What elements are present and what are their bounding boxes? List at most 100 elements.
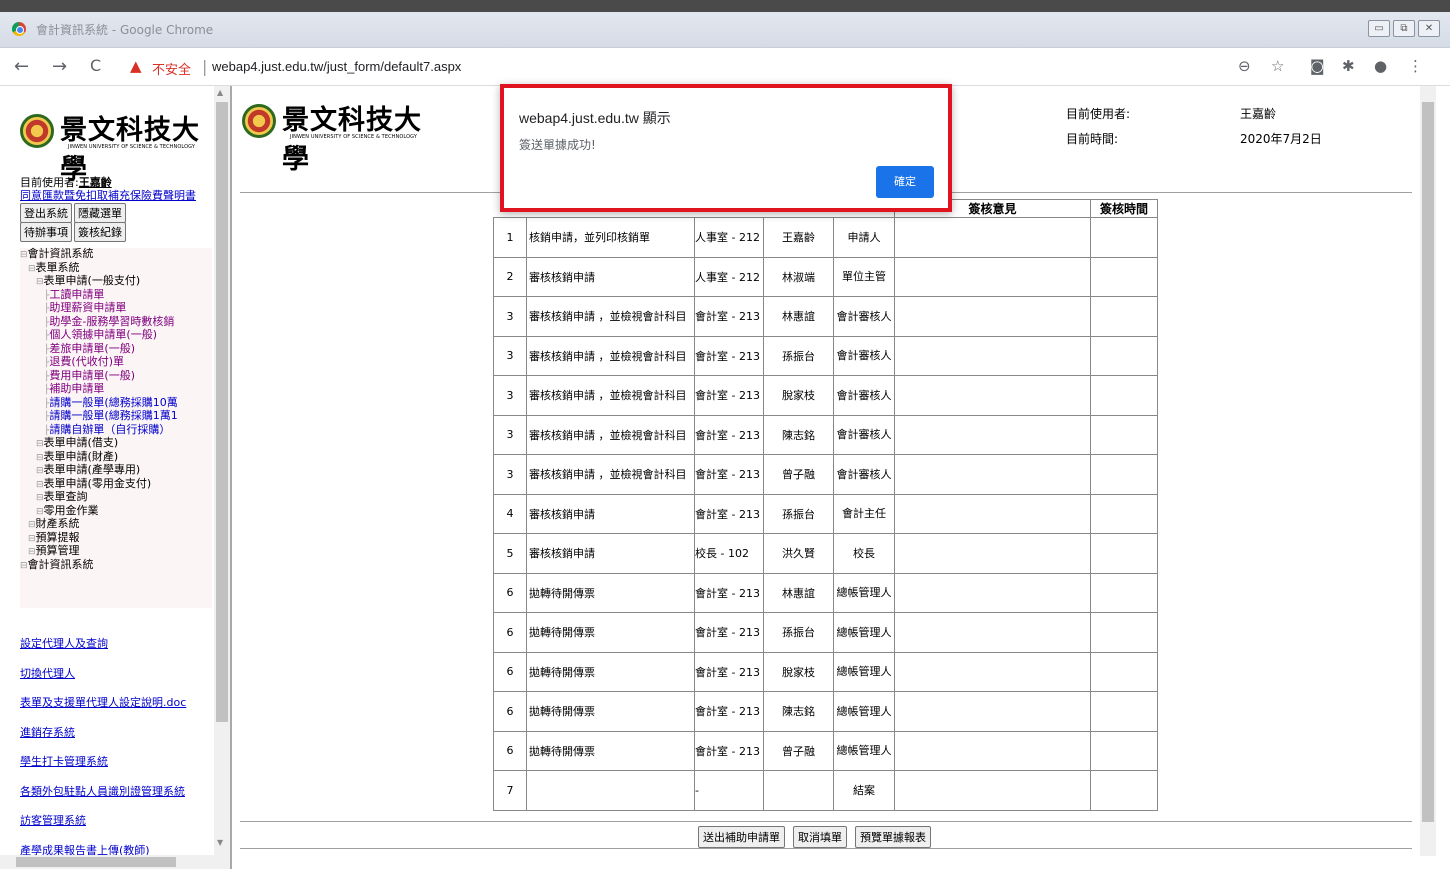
school-logo: 景文科技大學 JINWEN UNIVERSITY OF SCIENCE & TE…	[20, 106, 215, 185]
minimize-icon[interactable]: ▭	[1368, 20, 1390, 37]
sidebar-button-row-1: 登出系統 隱藏選單	[20, 203, 126, 223]
tree-item[interactable]: ⊟零用金作業	[20, 503, 212, 519]
tree-item[interactable]: ⊟表單申請(財產)	[20, 450, 212, 465]
preview-button[interactable]: 預覽單據報表	[855, 826, 931, 848]
tree-toggle-icon[interactable]: ⊟	[36, 480, 44, 490]
tree-item[interactable]: ⊟表單查詢	[20, 491, 212, 505]
tree-item[interactable]: ├請購一般單(總務採購10萬	[20, 396, 212, 411]
tree-toggle-icon[interactable]: ⊟	[28, 264, 36, 274]
cell-role: 會計主任	[833, 493, 895, 534]
cell-name: 脫家枝	[763, 651, 834, 692]
cell-name: 曾子融	[763, 730, 834, 771]
scroll-up-icon[interactable]: ▲	[217, 88, 223, 97]
cancel-button[interactable]: 取消填單	[793, 826, 847, 848]
left-h-scrollbar[interactable]	[0, 855, 216, 869]
sidebar-link[interactable]: 各類外包駐點人員識別證管理系統	[20, 783, 185, 799]
cell-action: 審核核銷申請 ，並檢視會計科目	[526, 375, 695, 416]
main-scrollbar[interactable]	[1420, 86, 1436, 856]
hide-menu-button[interactable]: 隱藏選單	[74, 203, 126, 223]
tree-item[interactable]: ├補助申請單	[20, 383, 212, 397]
left-scroll-thumb[interactable]	[216, 102, 228, 722]
tree-item[interactable]: ⊟表單申請(一般支付)	[20, 275, 212, 289]
scroll-down-icon[interactable]: ▼	[217, 838, 223, 847]
tree-item[interactable]: ⊟表單申請(借支)	[20, 437, 212, 451]
tree-item-label: 零用金作業	[43, 503, 99, 517]
reload-icon[interactable]: C	[90, 56, 101, 75]
left-h-scroll-thumb[interactable]	[16, 857, 176, 867]
menu-icon[interactable]: ⋮	[1408, 57, 1423, 75]
table-row: 3 審核核銷申請 ，並檢視會計科目 會計室 - 213 孫振台 會計審核人	[493, 335, 1158, 376]
profile-icon[interactable]: ●	[1374, 57, 1387, 75]
tree-toggle-icon[interactable]: ⊟	[36, 466, 44, 476]
tree-toggle-icon[interactable]: ⊟	[36, 507, 44, 517]
cell-name: 洪久賢	[763, 533, 834, 574]
tree-item[interactable]: ├請購一般單(總務採購1萬1	[20, 410, 212, 424]
cell-time	[1090, 335, 1158, 376]
cell-opinion	[894, 296, 1091, 337]
sign-record-button[interactable]: 簽核紀錄	[74, 222, 126, 242]
back-icon[interactable]: ←	[14, 56, 29, 77]
cell-action: 拋轉待開傳票	[526, 651, 695, 692]
tree-item[interactable]: ├助學金-服務學習時數核銷	[20, 315, 212, 330]
tree-toggle-icon[interactable]: ⊟	[28, 534, 36, 544]
insecure-label[interactable]: 不安全	[152, 59, 191, 78]
sidebar-link[interactable]: 訪客管理系統	[20, 812, 86, 828]
tree-item[interactable]: ⊟財產系統	[20, 518, 212, 532]
tree-item[interactable]: ├退費(代收付)單	[20, 356, 212, 370]
sidebar-link[interactable]: 學生打卡管理系統	[20, 753, 108, 769]
tree-toggle-icon[interactable]: ⊟	[20, 250, 28, 260]
left-frame: 景文科技大學 JINWEN UNIVERSITY OF SCIENCE & TE…	[0, 86, 232, 869]
todo-button[interactable]: 待辦事項	[20, 222, 72, 242]
tree-toggle-icon[interactable]: ⊟	[28, 547, 36, 557]
cell-unit: 會計室 - 213	[694, 296, 764, 337]
forward-icon[interactable]: →	[52, 56, 67, 77]
tree-toggle-icon[interactable]: ⊟	[36, 453, 44, 463]
tree-toggle-icon[interactable]: ⊟	[36, 439, 44, 449]
consent-link[interactable]: 同意匯款暨免扣取補充保險費聲明書	[20, 187, 196, 203]
tree-toggle-icon[interactable]: ⊟	[28, 520, 36, 530]
sidebar-link[interactable]: 切換代理人	[20, 665, 75, 681]
extensions-icon[interactable]: ✱	[1342, 57, 1355, 75]
tree-item[interactable]: ⊟預算管理	[20, 545, 212, 559]
close-icon[interactable]: ✕	[1418, 20, 1440, 37]
tree-item[interactable]: ├差旅申請單(一般)	[20, 342, 212, 357]
sidebar-link[interactable]: 設定代理人及查詢	[20, 635, 108, 651]
cell-action	[526, 770, 695, 811]
cell-opinion	[894, 572, 1091, 613]
url-field[interactable]: webap4.just.edu.tw/just_form/default7.as…	[212, 59, 461, 74]
tree-item[interactable]: ⊟表單申請(產學專用)	[20, 464, 212, 478]
submit-button[interactable]: 送出補助申請單	[698, 826, 785, 848]
cell-no: 3	[493, 454, 527, 495]
cell-unit: 會計室 - 213	[694, 335, 764, 376]
tree-item[interactable]: ⊟會計資訊系統	[20, 248, 212, 262]
main-scroll-thumb[interactable]	[1422, 102, 1434, 822]
cell-name: 孫振台	[763, 612, 834, 653]
restore-icon[interactable]: ⧉	[1393, 20, 1415, 37]
tree-item[interactable]: ⊟表單系統	[20, 261, 212, 276]
logout-button[interactable]: 登出系統	[20, 203, 72, 223]
tree-item[interactable]: ├助理薪資申請單	[20, 302, 212, 316]
left-scrollbar[interactable]: ▲ ▼	[214, 86, 230, 869]
cell-name: 孫振台	[763, 335, 834, 376]
tree-item[interactable]: ⊟會計資訊系統	[20, 558, 212, 573]
tree-item[interactable]: ⊟表單申請(零用金支付)	[20, 477, 212, 492]
sidebar-link[interactable]: 進銷存系統	[20, 724, 75, 740]
tree-item[interactable]: ⊟預算提報	[20, 531, 212, 546]
dialog-ok-button[interactable]: 確定	[876, 166, 934, 198]
tree-toggle-icon[interactable]: ⊟	[36, 493, 44, 503]
tree-item-label: 會計資訊系統	[27, 247, 94, 260]
tree-item[interactable]: ├費用申請單(一般)	[20, 369, 212, 384]
tree-item[interactable]: ├工讀申請單	[20, 288, 212, 303]
tree-item[interactable]: ├請購自辦單（自行採購）	[20, 423, 212, 438]
sidebar-link[interactable]: 表單及支援單代理人設定說明.doc	[20, 694, 186, 710]
cell-no: 6	[493, 651, 527, 692]
tree-toggle-icon[interactable]: ⊟	[36, 277, 44, 287]
zoom-icon[interactable]: ⊖	[1238, 57, 1251, 75]
tree-item[interactable]: ├個人領據申請單(一般)	[20, 329, 212, 343]
warning-icon[interactable]: ▲	[130, 57, 142, 75]
screenshot-icon[interactable]: ◙	[1310, 57, 1325, 75]
tree-toggle-icon[interactable]: ⊟	[20, 561, 28, 571]
star-icon[interactable]: ☆	[1271, 57, 1284, 75]
table-row: 3 審核核銷申請 ，並檢視會計科目 會計室 - 213 林惠誼 會計審核人	[493, 296, 1158, 337]
cell-time	[1090, 770, 1158, 811]
